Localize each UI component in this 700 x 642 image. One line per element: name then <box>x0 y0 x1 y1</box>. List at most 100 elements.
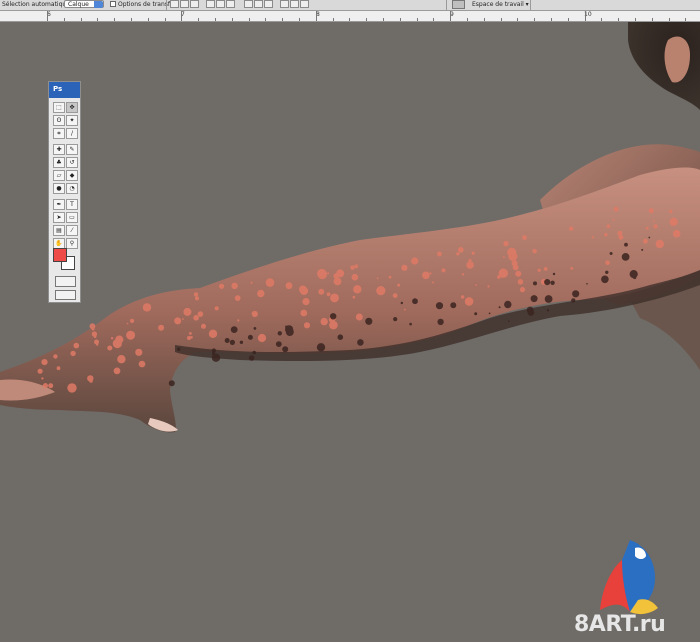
dark-splatter-drop <box>572 290 580 298</box>
splatter-drop <box>612 218 615 221</box>
splatter-drop <box>96 343 99 346</box>
distribute-bottom-icon[interactable] <box>264 0 273 8</box>
align-right-icon[interactable] <box>226 0 235 8</box>
pen-tool-icon[interactable]: ✒ <box>53 199 65 210</box>
align-left-icon[interactable] <box>206 0 215 8</box>
dodge-tool-icon[interactable]: ◔ <box>66 183 78 194</box>
splatter-drop <box>41 359 48 366</box>
splatter-drop <box>183 307 192 316</box>
splatter-drop <box>669 209 673 214</box>
splatter-drop <box>355 313 363 321</box>
splatter-drop <box>56 366 61 371</box>
screen-mode-icon[interactable] <box>55 290 76 300</box>
blur-tool-icon[interactable]: ● <box>53 183 65 194</box>
eraser-tool-icon[interactable]: ▱ <box>53 170 65 181</box>
dark-splatter-drop <box>248 355 255 361</box>
dark-splatter-drop <box>544 279 551 286</box>
splatter-drop <box>515 270 522 277</box>
splatter-drop <box>130 318 135 323</box>
transform-options-checkbox[interactable] <box>110 1 116 7</box>
ruler-tick <box>147 18 149 21</box>
ruler-major-tick <box>450 11 452 21</box>
brush-tool-icon[interactable]: ✎ <box>66 144 78 155</box>
clone-stamp-tool-icon[interactable]: ♣ <box>53 157 65 168</box>
marquee-tool-icon[interactable]: ⬚ <box>53 102 65 113</box>
splatter-drop <box>142 303 152 312</box>
splatter-drop <box>42 383 49 389</box>
dark-splatter-drop <box>488 312 491 315</box>
foreground-color-swatch[interactable] <box>53 248 67 262</box>
splatter-drop <box>422 271 430 280</box>
splatter-drop <box>522 235 527 240</box>
distribute-top-icon[interactable] <box>244 0 253 8</box>
splatter-drop <box>648 208 654 214</box>
horizontal-ruler[interactable]: 6 7 8 9 10 <box>0 11 700 22</box>
splatter-drop <box>441 268 446 273</box>
splatter-drop <box>193 315 199 321</box>
align-bottom-icon[interactable] <box>190 0 199 8</box>
align-top-icon[interactable] <box>170 0 179 8</box>
document-canvas[interactable]: Ps ⬚ ✥ ʘ ✦ ⌗ / ✚ ✎ ♣ ↺ ▱ ◆ ● ◔ ✒ T ➤ ▭ ▤… <box>0 22 700 642</box>
shape-tool-icon[interactable]: ▭ <box>66 212 78 223</box>
splatter-drop <box>672 229 681 238</box>
dark-splatter-drop <box>337 334 344 341</box>
slice-tool-icon[interactable]: / <box>66 128 78 139</box>
ruler-tick <box>131 18 132 21</box>
crop-tool-icon[interactable]: ⌗ <box>53 128 65 139</box>
type-tool-icon[interactable]: T <box>66 199 78 210</box>
dark-splatter-drop <box>252 350 256 355</box>
paint-bucket-tool-icon[interactable]: ◆ <box>66 170 78 181</box>
dark-splatter-drop <box>253 327 257 330</box>
zoom-tool-icon[interactable]: ⚲ <box>66 238 78 249</box>
dark-splatter-drop <box>400 301 403 305</box>
workspace-menu[interactable]: Espace de travail ▾ <box>472 1 529 8</box>
ruler-tick <box>651 18 653 21</box>
path-selection-tool-icon[interactable]: ➤ <box>53 212 65 223</box>
notes-tool-icon[interactable]: ▤ <box>53 225 65 236</box>
ruler-tick <box>601 18 603 21</box>
eyedropper-tool-icon[interactable]: ⁄ <box>66 225 78 236</box>
toolbox-title: Ps <box>53 85 63 93</box>
distribute-center-icon[interactable] <box>290 0 299 8</box>
splatter-drop <box>512 264 519 271</box>
distribute-middle-icon[interactable] <box>254 0 263 8</box>
quick-mask-icon[interactable] <box>55 276 76 287</box>
ruler-major-tick <box>584 11 586 21</box>
distribute-right-icon[interactable] <box>300 0 309 8</box>
dark-splatter-drop <box>621 253 630 261</box>
healing-brush-tool-icon[interactable]: ✚ <box>53 144 65 155</box>
splatter-drop <box>351 273 359 281</box>
history-brush-tool-icon[interactable]: ↺ <box>66 157 78 168</box>
lasso-tool-icon[interactable]: ʘ <box>53 115 65 126</box>
dark-splatter-drop <box>435 302 444 310</box>
dark-splatter-drop <box>544 295 553 303</box>
splatter-drop <box>317 268 327 279</box>
splatter-drop <box>318 288 325 295</box>
dark-splatter-drop <box>648 236 651 239</box>
splatter-drop <box>517 279 524 285</box>
distribute-left-icon[interactable] <box>280 0 289 8</box>
splatter-drop <box>187 336 191 340</box>
splatter-drop <box>653 224 658 229</box>
ruler-tick <box>114 18 116 21</box>
toolbox-panel: Ps ⬚ ✥ ʘ ✦ ⌗ / ✚ ✎ ♣ ↺ ▱ ◆ ● ◔ ✒ T ➤ ▭ ▤… <box>48 81 81 303</box>
splatter-drop <box>376 277 379 280</box>
splatter-drop <box>197 311 204 317</box>
align-center-icon[interactable] <box>216 0 225 8</box>
toolbox-header[interactable]: Ps <box>49 82 80 98</box>
move-tool-icon[interactable]: ✥ <box>66 102 78 113</box>
dark-splatter-drop <box>285 328 294 336</box>
dark-splatter-drop <box>530 295 538 303</box>
magic-wand-tool-icon[interactable]: ✦ <box>66 115 78 126</box>
splatter-drop <box>320 317 328 326</box>
splatter-drop <box>70 350 76 357</box>
ruler-tick <box>500 18 502 21</box>
auto-select-dropdown[interactable]: Calque <box>64 0 104 8</box>
workspace-icon[interactable] <box>452 0 465 9</box>
dark-splatter-drop <box>552 272 556 276</box>
align-middle-icon[interactable] <box>180 0 189 8</box>
dark-splatter-drop <box>474 312 478 316</box>
auto-select-label: Sélection automatique <box>2 1 70 8</box>
splatter-drop <box>401 264 408 271</box>
ruler-tick <box>517 18 519 21</box>
